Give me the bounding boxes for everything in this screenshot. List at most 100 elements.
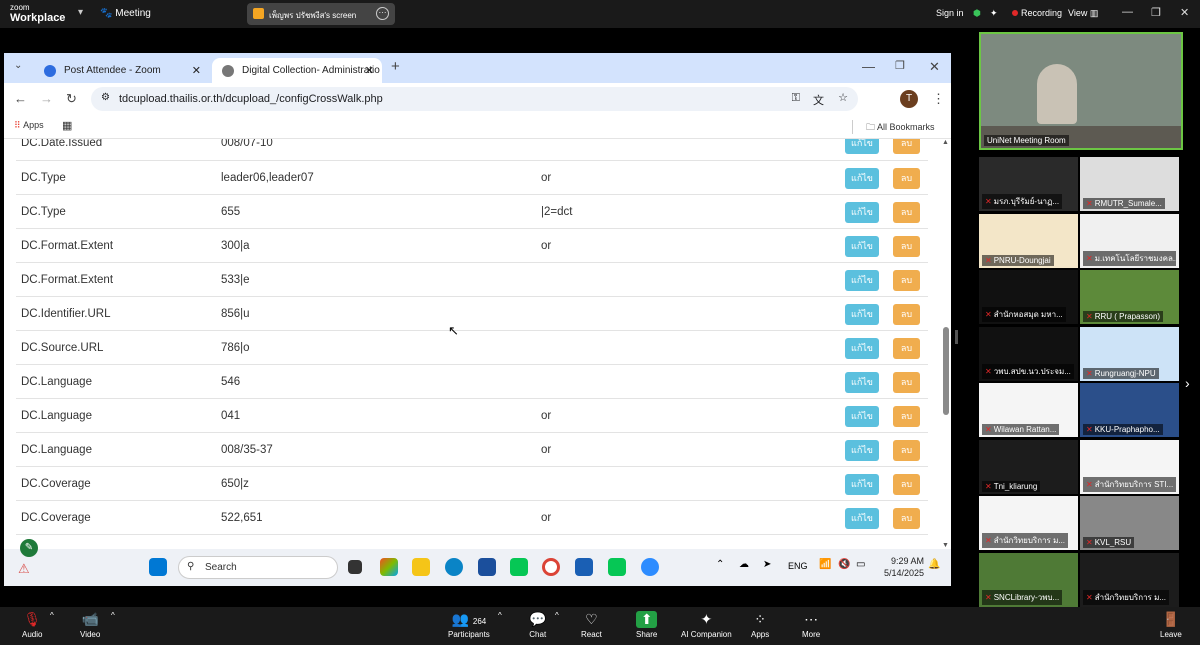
tab-zoom[interactable]: Post Attendee - Zoom ✕ (34, 58, 209, 83)
line-icon[interactable] (510, 558, 528, 576)
audio-button[interactable]: 🎙 Audio (22, 611, 42, 639)
edit-button[interactable]: แก้ไข (845, 440, 879, 461)
view-button[interactable]: View ▥ (1068, 8, 1098, 19)
participant-tile[interactable]: ✕ Wilawan Rattan... (979, 383, 1078, 437)
close-window-icon[interactable]: ✕ (929, 59, 940, 75)
restore-icon[interactable]: ❐ (895, 59, 905, 72)
participant-tile[interactable]: ✕ RRU ( Prapasson) (1080, 270, 1179, 324)
password-key-icon[interactable]: ⚿ (792, 92, 800, 105)
screen-share-indicator[interactable]: เพ็ญพร ปรัชพงีส's screen ··· (247, 3, 395, 25)
delete-button[interactable]: ลบ (893, 372, 920, 393)
recording-indicator[interactable]: Recording (1012, 8, 1062, 18)
volume-icon[interactable]: 🔇 (838, 559, 850, 570)
chevron-right-icon[interactable]: › (1185, 375, 1190, 391)
cloud-icon[interactable]: ☁ (739, 559, 749, 570)
edit-button[interactable]: แก้ไข (845, 508, 879, 529)
edit-button[interactable]: แก้ไข (845, 270, 879, 291)
input-language[interactable]: ENG (788, 561, 808, 571)
file-explorer-icon[interactable] (412, 558, 430, 576)
close-icon[interactable]: ✕ (1180, 6, 1189, 19)
line-icon[interactable] (608, 558, 626, 576)
chevron-up-icon[interactable]: ⌃ (716, 559, 724, 570)
bookmark-star-icon[interactable]: ☆ (838, 91, 848, 104)
participant-tile[interactable]: ✕ Rungruangj-NPU (1080, 326, 1179, 381)
apps-button[interactable]: ⁘ Apps (751, 611, 769, 639)
participant-tile[interactable]: ✕ สำนักวิทยบริการ ม... (1080, 552, 1179, 607)
menu-kebab-icon[interactable]: ⋮ (932, 91, 945, 107)
delete-button[interactable]: ลบ (893, 168, 920, 189)
taskbar-clock[interactable]: 9:29 AM 5/14/2025 (884, 555, 924, 579)
leave-button[interactable]: 🚪 Leave (1160, 611, 1182, 639)
chevron-up-icon[interactable]: ^ (50, 611, 54, 620)
scrollbar-thumb[interactable] (943, 327, 949, 415)
chat-button[interactable]: 💬 Chat (529, 611, 546, 639)
participant-tile[interactable]: ✕ RMUTR_Sumale... (1080, 157, 1179, 211)
meeting-menu[interactable]: 🐾 Meeting (100, 8, 151, 19)
location-icon[interactable]: ➤ (763, 559, 771, 570)
chevron-up-icon[interactable]: ^ (111, 611, 115, 620)
new-tab-button[interactable]: + (391, 58, 400, 75)
edit-button[interactable]: แก้ไข (845, 406, 879, 427)
translate-icon[interactable]: 文 (813, 92, 824, 108)
zoom-app-icon[interactable] (641, 558, 659, 576)
participant-tile[interactable]: ✕ ม.เทคโนโลยีราชมงคล... (1080, 213, 1179, 268)
edit-button[interactable]: แก้ไข (845, 372, 879, 393)
minimize-icon[interactable]: — (862, 59, 875, 74)
participant-tile[interactable]: ✕ สำนักวิทยบริการ STI... (1080, 439, 1179, 494)
tab-groups-icon[interactable]: ▦ (62, 119, 72, 132)
profile-avatar[interactable]: T (900, 90, 918, 108)
edit-button[interactable]: แก้ไข (845, 139, 879, 154)
participant-tile[interactable]: ✕ สำนักวิทยบริการ ม... (979, 496, 1078, 550)
chrome-icon[interactable] (542, 558, 560, 576)
share-button[interactable]: ⬆ Share (636, 611, 658, 639)
weather-warning-icon[interactable]: ⚠ (18, 561, 30, 577)
scroll-down-icon[interactable]: ▼ (942, 542, 949, 549)
address-bar[interactable]: ⚙ tdcupload.thailis.or.th/dcupload_/conf… (91, 87, 858, 111)
more-options-icon[interactable]: ··· (376, 7, 389, 20)
close-tab-icon[interactable]: ✕ (192, 64, 201, 77)
tab-digital-collection[interactable]: Digital Collection- Administratio ✕ (212, 58, 382, 83)
delete-button[interactable]: ลบ (893, 139, 920, 154)
page-scrollbar[interactable]: ▲ ▼ (941, 139, 951, 549)
edit-button[interactable]: แก้ไข (845, 168, 879, 189)
edit-pen-icon[interactable]: ✎ (20, 539, 38, 557)
delete-button[interactable]: ลบ (893, 270, 920, 291)
participants-button[interactable]: 👥 264 Participants (448, 611, 490, 639)
edge-icon[interactable] (445, 558, 463, 576)
taskbar-search[interactable]: ⚲ Search (178, 556, 338, 579)
forward-icon[interactable]: → (40, 91, 53, 106)
restore-icon[interactable]: ❐ (1151, 6, 1161, 19)
more-button[interactable]: ⋯ More (802, 611, 820, 639)
webex-icon[interactable] (575, 558, 593, 576)
signin-link[interactable]: Sign in (936, 8, 964, 18)
task-view-icon[interactable] (348, 560, 362, 574)
close-tab-icon[interactable]: ✕ (365, 64, 374, 77)
participant-tile[interactable]: ✕ KVL_RSU (1080, 496, 1179, 550)
participant-tile[interactable]: ✕ SNCLibrary-วพบ... (979, 552, 1078, 607)
minimize-icon[interactable]: — (1122, 6, 1133, 18)
edit-button[interactable]: แก้ไข (845, 474, 879, 495)
video-button[interactable]: 📹 Video (80, 611, 100, 639)
participant-tile[interactable]: ✕ มรภ.บุรีรัมย์-นาฏ... (979, 157, 1078, 211)
delete-button[interactable]: ลบ (893, 236, 920, 257)
chevron-up-icon[interactable]: ^ (555, 611, 559, 620)
participant-tile[interactable]: ✕ วพบ.สปข.นว.ประจม... (979, 326, 1078, 381)
delete-button[interactable]: ลบ (893, 508, 920, 529)
reload-icon[interactable]: ↻ (66, 91, 77, 107)
panel-resize-handle[interactable] (955, 330, 958, 344)
participant-tile[interactable]: ✕ PNRU-Doungjai (979, 213, 1078, 268)
store-icon[interactable] (478, 558, 496, 576)
edit-button[interactable]: แก้ไข (845, 236, 879, 257)
delete-button[interactable]: ลบ (893, 202, 920, 223)
active-speaker-tile[interactable]: UniNet Meeting Room (979, 32, 1183, 150)
battery-icon[interactable]: ▭ (856, 559, 865, 570)
edit-button[interactable]: แก้ไข (845, 338, 879, 359)
scroll-up-icon[interactable]: ▲ (942, 139, 949, 146)
windows-start-icon[interactable] (149, 558, 167, 576)
delete-button[interactable]: ลบ (893, 474, 920, 495)
delete-button[interactable]: ลบ (893, 304, 920, 325)
tab-search-icon[interactable]: ⌄ (14, 60, 22, 71)
react-button[interactable]: ♡ React (581, 611, 602, 639)
edit-button[interactable]: แก้ไข (845, 202, 879, 223)
delete-button[interactable]: ลบ (893, 440, 920, 461)
